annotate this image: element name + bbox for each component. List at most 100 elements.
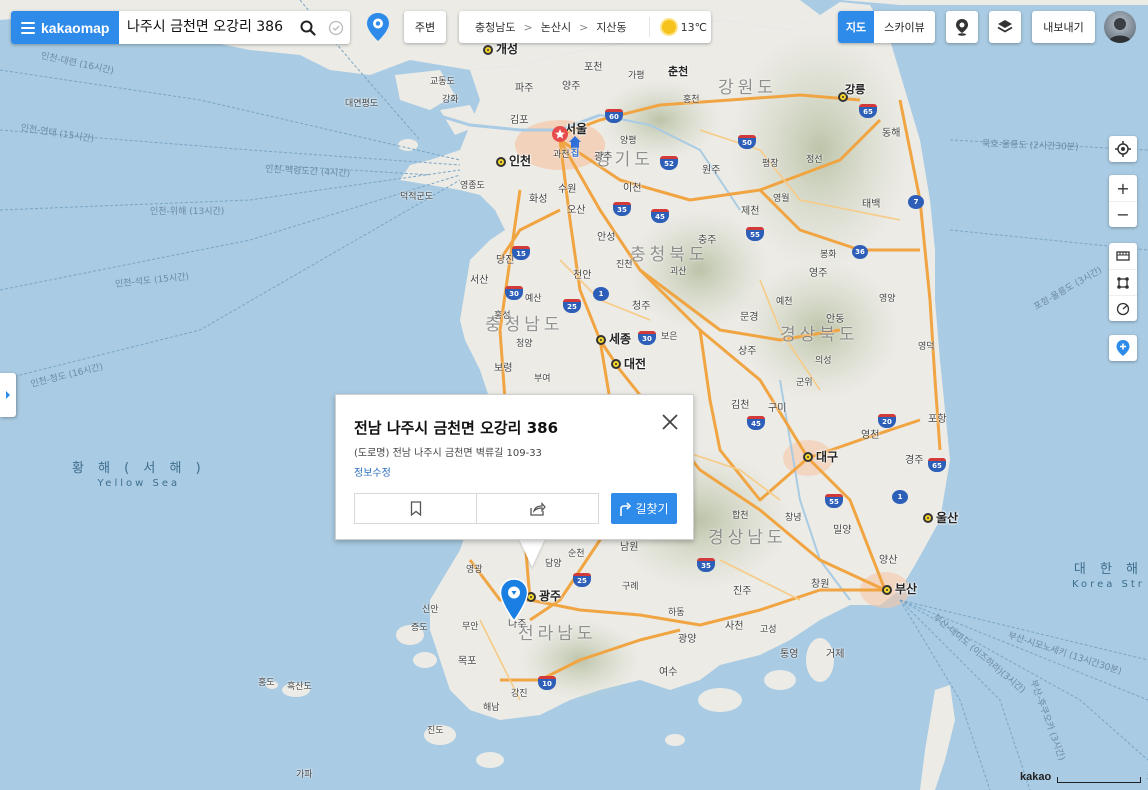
highway-shield: 15 (512, 246, 530, 260)
clear-button[interactable] (322, 11, 350, 44)
search-button[interactable] (294, 11, 322, 44)
town-label: 문경 (740, 312, 759, 323)
town-label: 오산 (567, 205, 586, 216)
search-bar: kakaomap 나주시 금천면 오강리 386 (11, 11, 350, 44)
town-label: 이천 (623, 183, 642, 194)
route-shield: 1 (593, 287, 609, 301)
directions-icon (620, 501, 632, 516)
highway-shield: 30 (505, 286, 523, 300)
highway-shield: 25 (573, 573, 591, 587)
breadcrumb-district[interactable]: 지산동 (596, 19, 626, 35)
roadview-button[interactable] (946, 11, 978, 43)
highway-shield: 20 (878, 414, 896, 428)
add-place-control (1109, 335, 1137, 361)
city-ulsan: 울산 (936, 511, 959, 525)
town-label: 강화 (442, 95, 459, 105)
chevron-right-icon: > (523, 20, 533, 34)
edit-info-link[interactable]: 정보수정 (354, 464, 391, 479)
highway-shield: 35 (613, 202, 631, 216)
kakaomap-logo[interactable]: kakaomap (11, 11, 119, 44)
town-label: 진도 (427, 726, 444, 736)
town-label: 당진 (496, 255, 515, 266)
town-label: 태백 (862, 199, 881, 210)
town-label: 군위 (796, 378, 813, 388)
zoom-out-button[interactable]: − (1109, 201, 1137, 227)
town-label: 양평 (620, 136, 637, 146)
current-location-button[interactable] (1109, 136, 1137, 162)
town-label: 무안 (462, 622, 479, 632)
map-type-map-button[interactable]: 지도 (838, 11, 874, 43)
province-jeonnam: 전라남도 (518, 624, 597, 644)
layers-button[interactable] (989, 11, 1021, 43)
sea-route-label: 인천-위해 (13시간) (150, 207, 225, 217)
search-input[interactable]: 나주시 금천면 오강리 386 (119, 11, 294, 44)
town-label: 영주 (809, 268, 828, 279)
highway-shield: 45 (651, 209, 669, 223)
town-label: 해남 (483, 703, 500, 713)
korea-strait-label: 대 한 해 Korea Str (1072, 562, 1145, 590)
radius-button[interactable] (1109, 295, 1137, 321)
nearby-button[interactable]: 주변 (404, 11, 446, 43)
sun-icon (661, 20, 676, 34)
town-label: 합천 (732, 511, 749, 521)
highway-shield: 45 (747, 416, 765, 430)
avatar[interactable] (1104, 11, 1136, 43)
map-type-skyview-button[interactable]: 스카이뷰 (874, 19, 935, 35)
yellow-sea-label: 황 해 ( 서 해 ) Yellow Sea (72, 461, 206, 489)
home-label: 집 (571, 149, 580, 159)
highway-shield: 52 (660, 156, 678, 170)
ruler-button[interactable] (1109, 243, 1137, 269)
highway-shield: 55 (825, 494, 843, 508)
add-place-button[interactable] (1109, 335, 1137, 361)
town-label: 대연평도 (345, 99, 379, 109)
favorite-star-icon[interactable] (552, 126, 568, 142)
directions-label: 길찾기 (635, 502, 669, 516)
highway-shield: 65 (928, 458, 946, 472)
town-label: 화성 (529, 194, 548, 205)
town-label: 담양 (545, 559, 562, 569)
zoom-in-button[interactable]: + (1109, 175, 1137, 201)
town-label: 안성 (597, 232, 616, 243)
town-label: 수원 (558, 184, 577, 195)
menu-icon[interactable] (21, 21, 35, 34)
user-photo-icon (1108, 18, 1132, 43)
bookmark-button[interactable] (355, 494, 476, 523)
town-label: 보령 (494, 363, 513, 374)
city-dot (483, 45, 493, 55)
share-button[interactable] (476, 494, 598, 523)
directions-button[interactable]: 길찾기 (611, 493, 677, 524)
route-shield: 36 (852, 245, 868, 259)
province-gangwon: 강원도 (718, 78, 777, 98)
breadcrumb-province[interactable]: 충청남도 (475, 19, 515, 35)
province-gyeongnam: 경상남도 (708, 528, 787, 548)
town-label: 정선 (806, 155, 823, 165)
breadcrumb-city[interactable]: 논산시 (541, 19, 571, 35)
scale-brand: kakao (1020, 771, 1052, 783)
town-label: 청주 (632, 301, 651, 312)
town-label: 동해 (882, 128, 901, 139)
home-icon[interactable] (568, 135, 582, 149)
road-address: (도로명) 전남 나주시 금천면 벽류길 109-33 (354, 448, 542, 459)
town-label: 영양 (879, 294, 896, 304)
popup-actions (354, 493, 599, 524)
town-label: 가평 (628, 71, 645, 81)
city-sejong: 세종 (609, 332, 632, 346)
town-label: 사천 (725, 621, 744, 632)
city-daejeon: 대전 (624, 357, 647, 371)
town-label: 하동 (668, 608, 685, 618)
town-label: 괴산 (670, 267, 687, 277)
town-label: 영덕 (918, 342, 935, 352)
weather-widget[interactable]: 13℃ (648, 17, 707, 37)
town-label: 진천 (616, 260, 633, 270)
area-button[interactable] (1109, 269, 1137, 295)
side-panel-toggle[interactable] (0, 373, 16, 417)
town-label: 김포 (510, 115, 529, 126)
close-icon[interactable] (660, 412, 680, 432)
route-pin-icon[interactable] (365, 12, 391, 42)
town-label: 서산 (470, 275, 489, 286)
location-marker-icon[interactable] (499, 578, 529, 622)
export-button[interactable]: 내보내기 (1032, 11, 1095, 43)
roadview-pin-icon (956, 19, 968, 36)
town-label: 과천 (553, 150, 570, 160)
layers-icon (997, 20, 1013, 33)
